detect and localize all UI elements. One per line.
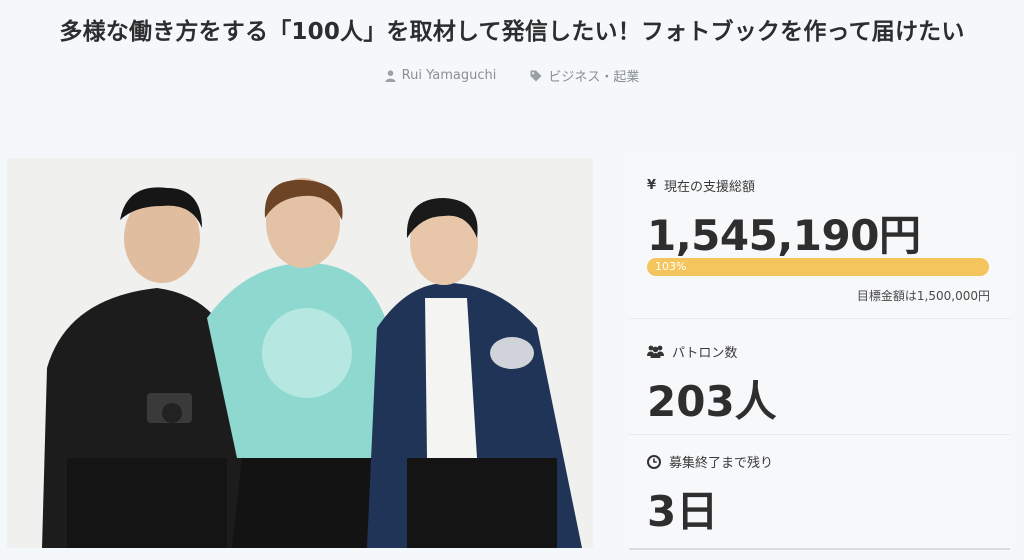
divider	[629, 434, 1010, 435]
user-icon	[385, 69, 396, 82]
category-link[interactable]: ビジネス・起業	[530, 66, 639, 85]
deadline-label: 募集終了まで残り	[669, 456, 774, 471]
funding-amount: 1,545,190円	[647, 211, 921, 260]
users-icon	[647, 345, 664, 358]
patrons-label-row: パトロン数	[647, 342, 737, 361]
project-meta: Rui Yamaguchi ビジネス・起業	[0, 66, 1024, 85]
funding-label: 現在の支援総額	[664, 180, 756, 195]
goal-amount: 目標金額は1,500,000円	[856, 289, 990, 303]
author-link[interactable]: Rui Yamaguchi	[385, 66, 497, 85]
funding-panel: ¥ 現在の支援総額 1,545,190円 103% 目標金額は1,500,000…	[629, 158, 1010, 548]
author-name: Rui Yamaguchi	[401, 68, 497, 83]
days-remaining: 3日	[647, 487, 719, 536]
yen-icon: ¥	[647, 178, 657, 193]
category-name: ビジネス・起業	[548, 70, 640, 85]
patrons-label: パトロン数	[672, 346, 738, 361]
tag-icon	[530, 70, 542, 81]
project-title: 多様な働き方をする「100人」を取材して発信したい！フォトブックを作って届けたい	[59, 19, 965, 45]
project-photo	[7, 158, 593, 548]
divider	[629, 318, 1010, 319]
patrons-count: 203人	[647, 377, 777, 426]
progress-bar: 103%	[647, 258, 989, 276]
funding-label-row: ¥ 現在の支援総額	[647, 176, 755, 195]
progress-percent: 103%	[655, 260, 687, 273]
clock-icon	[647, 454, 661, 469]
deadline-label-row: 募集終了まで残り	[647, 452, 773, 471]
progress-fill	[647, 258, 989, 276]
